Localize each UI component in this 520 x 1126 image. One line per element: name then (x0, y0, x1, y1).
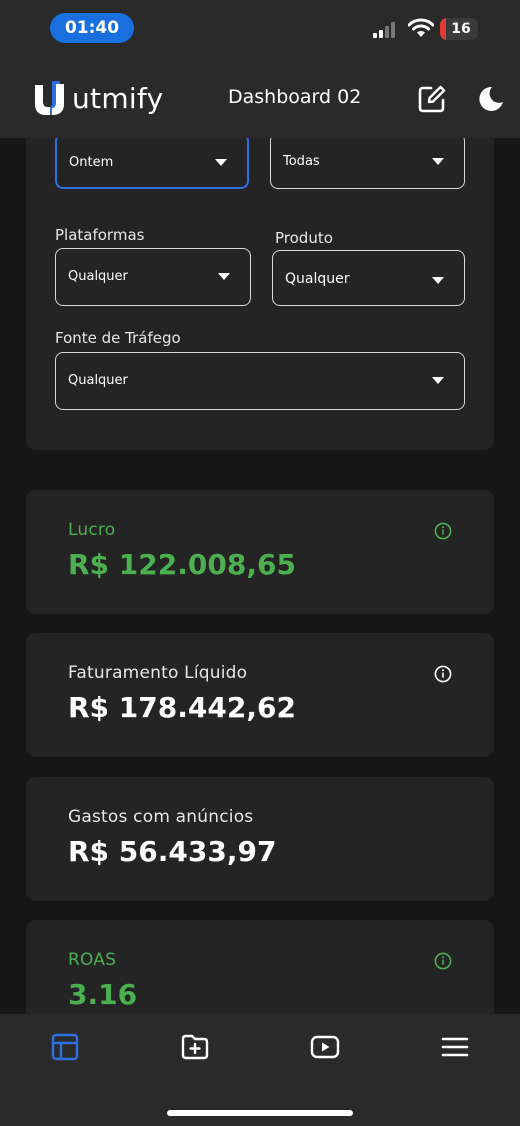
chevron-down-icon (432, 377, 444, 384)
chevron-down-icon (218, 273, 230, 280)
video-icon[interactable] (310, 1032, 340, 1062)
battery-level: 16 (451, 21, 471, 37)
filters-panel: Ontem Todas Plataformas Qualquer Produto… (26, 138, 494, 450)
chevron-down-icon (432, 277, 444, 284)
plataformas-select[interactable]: Qualquer (55, 248, 251, 306)
wifi-icon (408, 18, 434, 37)
produto-label: Produto (275, 229, 333, 247)
fonte-trafego-label: Fonte de Tráfego (55, 329, 181, 347)
home-indicator[interactable] (167, 1110, 353, 1116)
metric-value: 3.16 (68, 978, 138, 1011)
period-select-value: Ontem (69, 155, 114, 170)
battery-icon: 16 (440, 18, 478, 40)
plataformas-select-value: Qualquer (68, 269, 128, 284)
metric-card-gastos-anuncios: Gastos com anúncios R$ 56.433,97 (26, 777, 494, 901)
app-header: utmify Dashboard 02 (0, 56, 520, 138)
bottom-navigation (0, 1014, 520, 1126)
cellular-signal-icon (373, 22, 399, 38)
info-icon[interactable] (434, 952, 452, 970)
fonte-trafego-select-value: Qualquer (68, 373, 128, 388)
metric-value: R$ 56.433,97 (68, 835, 277, 868)
metric-card-roas: ROAS 3.16 (26, 920, 494, 1014)
menu-icon[interactable] (440, 1032, 470, 1062)
edit-icon[interactable] (417, 84, 447, 114)
brand-logo[interactable]: utmify (32, 78, 164, 118)
metric-label: Gastos com anúncios (68, 807, 254, 827)
produto-select-value: Qualquer (285, 271, 350, 287)
dashboard-icon[interactable] (50, 1032, 80, 1062)
chevron-down-icon (432, 158, 444, 165)
folder-add-icon[interactable] (180, 1032, 210, 1062)
produto-select[interactable]: Qualquer (272, 250, 465, 306)
metric-label: Lucro (68, 520, 116, 540)
metric-card-lucro: Lucro R$ 122.008,65 (26, 490, 494, 614)
plataformas-label: Plataformas (55, 226, 145, 244)
info-icon[interactable] (434, 522, 452, 540)
dashboard-content[interactable]: Ontem Todas Plataformas Qualquer Produto… (0, 138, 520, 1014)
account-select-value: Todas (283, 154, 320, 169)
status-bar: 01:40 16 (0, 0, 520, 56)
metric-value: R$ 178.442,62 (68, 691, 296, 724)
metric-label: Faturamento Líquido (68, 663, 248, 683)
dashboard-title: Dashboard 02 (228, 86, 362, 108)
fonte-trafego-select[interactable]: Qualquer (55, 352, 465, 410)
metric-card-faturamento-liquido: Faturamento Líquido R$ 178.442,62 (26, 633, 494, 757)
brand-name: utmify (72, 81, 164, 115)
metric-label: ROAS (68, 950, 117, 970)
account-select[interactable]: Todas (270, 138, 465, 189)
dark-mode-toggle-icon[interactable] (477, 85, 505, 113)
info-icon[interactable] (434, 665, 452, 683)
period-select[interactable]: Ontem (55, 138, 249, 189)
status-time: 01:40 (50, 13, 134, 43)
utmify-logo-icon (35, 81, 64, 115)
chevron-down-icon (215, 159, 227, 166)
metric-value: R$ 122.008,65 (68, 548, 296, 581)
